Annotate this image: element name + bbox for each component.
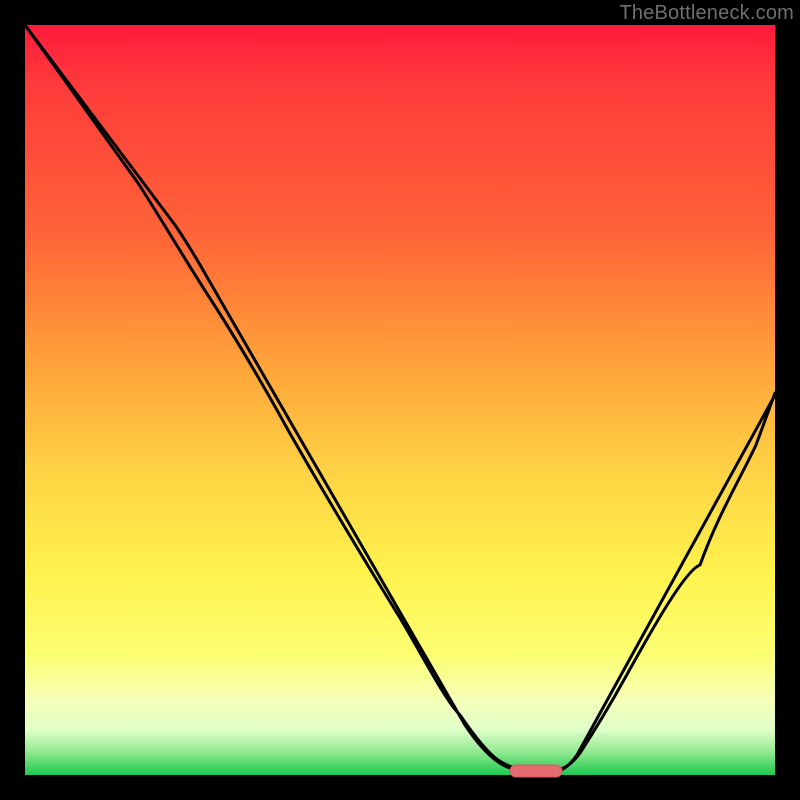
plot-area <box>25 25 775 775</box>
bottleneck-curve-clean <box>25 25 775 772</box>
chart-frame: TheBottleneck.com <box>0 0 800 800</box>
curve-layer <box>25 25 775 775</box>
bottleneck-curve <box>25 25 775 771</box>
watermark-text: TheBottleneck.com <box>619 2 794 25</box>
optimal-marker <box>510 765 562 777</box>
